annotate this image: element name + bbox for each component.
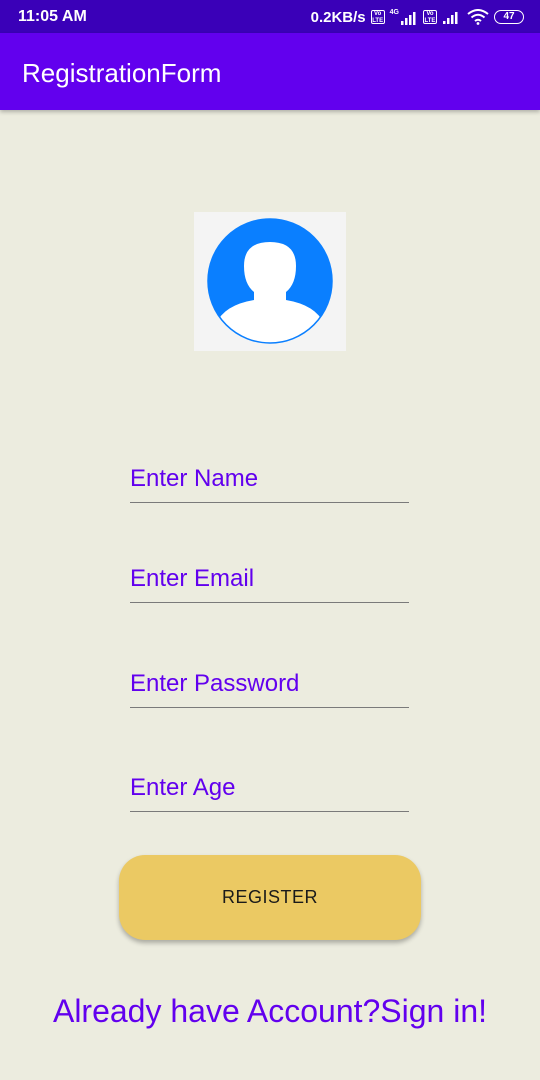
sign-in-link[interactable]: Already have Account?Sign in! <box>0 991 540 1031</box>
wifi-icon <box>467 9 489 25</box>
status-icons: 0.2KB/s Vo LTE 4G Vo LTE 47 <box>311 6 524 28</box>
app-title: RegistrationForm <box>22 58 222 88</box>
email-field[interactable] <box>130 561 409 603</box>
password-field[interactable] <box>130 666 409 708</box>
avatar-graphic <box>207 218 333 344</box>
status-bar: 11:05 AM 0.2KB/s Vo LTE 4G Vo LTE 47 <box>0 0 540 33</box>
network-speed: 0.2KB/s <box>310 8 366 26</box>
age-input[interactable] <box>130 770 409 806</box>
email-input[interactable] <box>130 561 409 597</box>
name-input[interactable] <box>130 461 409 497</box>
name-field[interactable] <box>130 461 409 503</box>
signal-bars-icon <box>401 12 416 25</box>
user-avatar-icon[interactable] <box>194 212 346 351</box>
signal-icon-2 <box>443 12 458 24</box>
age-field[interactable] <box>130 770 409 812</box>
volte-icon-2: Vo LTE <box>423 10 437 24</box>
network-type-label: 4G <box>389 9 399 16</box>
signal-icon: 4G <box>390 9 418 25</box>
app-bar: RegistrationForm <box>0 33 540 110</box>
register-button[interactable]: REGISTER <box>119 855 421 940</box>
password-input[interactable] <box>130 666 409 702</box>
status-time: 11:05 AM <box>18 8 87 25</box>
volte-icon: Vo LTE <box>370 10 385 24</box>
battery-icon: 47 <box>494 10 524 24</box>
